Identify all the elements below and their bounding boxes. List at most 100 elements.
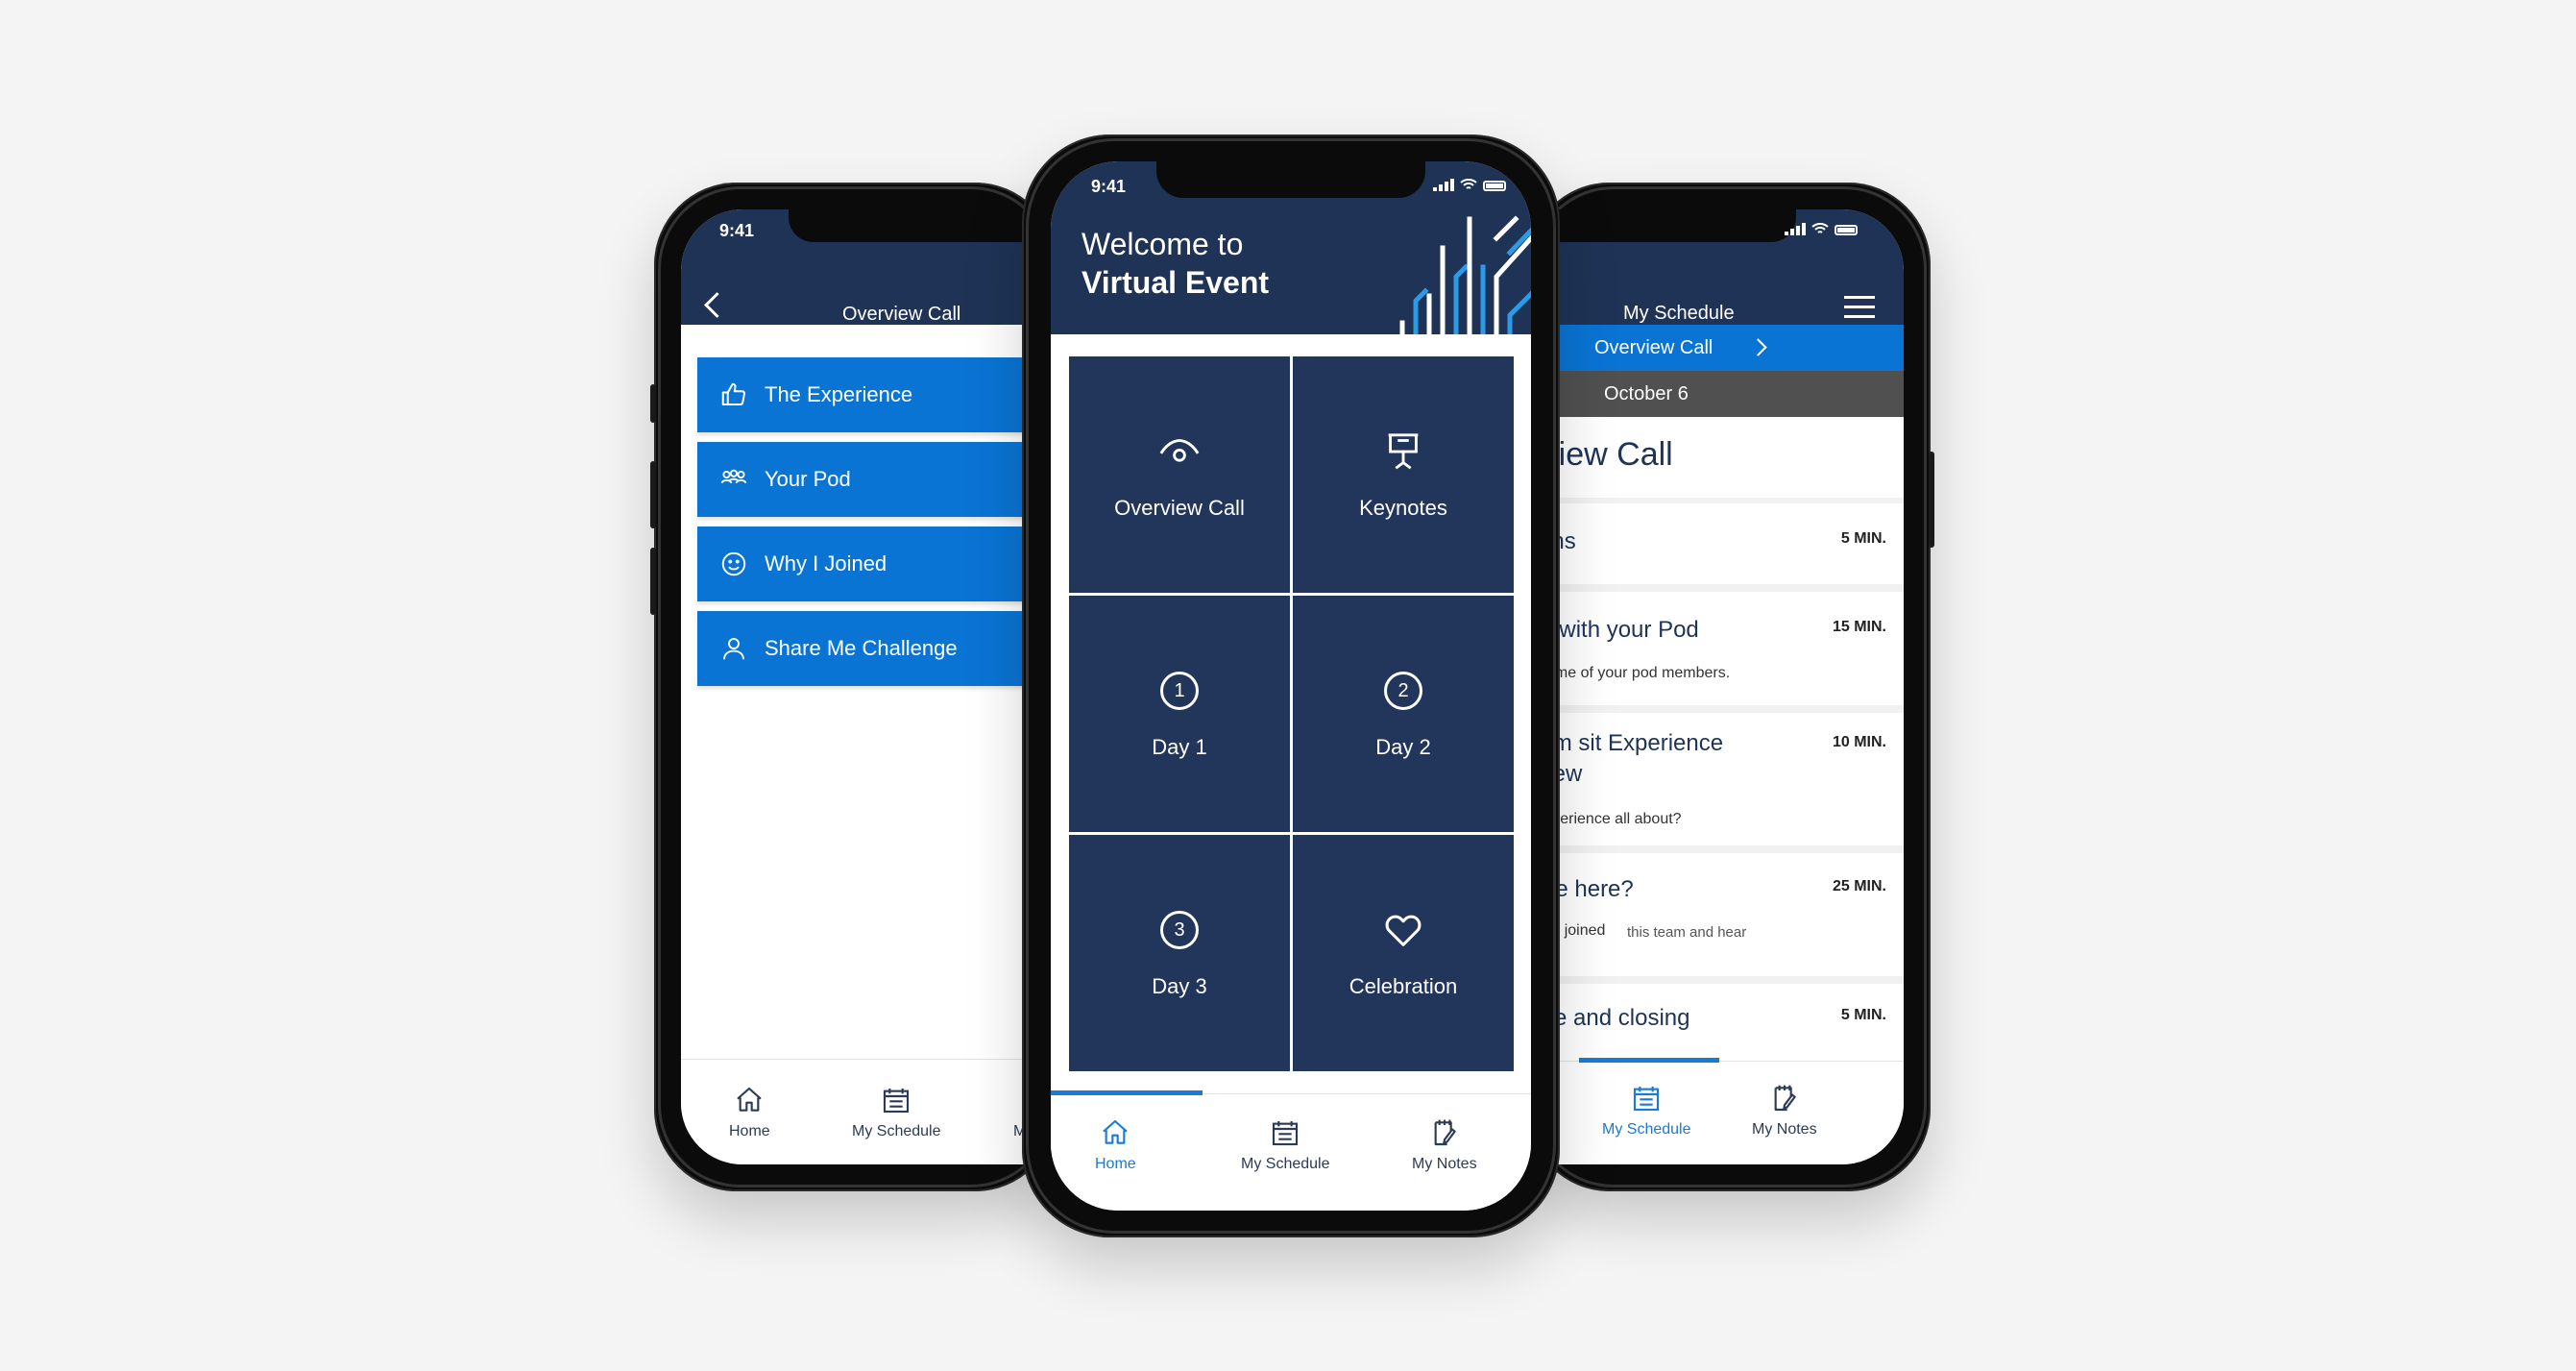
tile-label: Day 3 [1152,974,1207,998]
tile-celebration[interactable]: Celebration [1293,835,1514,1071]
day-number: 2 [1384,672,1422,710]
notch [789,209,1057,242]
eye-icon [1156,428,1203,475]
notch [1527,209,1796,242]
active-tab-indicator [1051,1090,1203,1095]
tile-day-1[interactable]: 1 Day 1 [1069,596,1290,832]
notch [1156,161,1425,198]
notes-icon [1774,1085,1796,1112]
people-icon [717,462,751,497]
menu-item-label: The Experience [765,382,913,406]
heart-icon [1380,907,1426,953]
status-time: 9:41 [719,221,755,240]
number-circle-icon: 2 [1380,668,1426,714]
calendar-icon [884,1089,910,1114]
tile-label: Overview Call [1114,496,1245,520]
back-chevron-icon[interactable] [704,292,730,318]
schedule-item-duration: 15 MIN. [1832,619,1886,635]
breadcrumb[interactable]: Overview Call [1527,325,1904,371]
left-screen: 9:41 Overview Call The Experience Your P… [681,209,1057,1164]
schedule-item-duration: 5 MIN. [1840,1007,1886,1023]
tile-keynotes[interactable]: Keynotes [1293,356,1514,593]
status-icons [1785,223,1858,235]
tab-label: Home [729,1123,770,1139]
tab-my-schedule[interactable]: My Schedule [852,1085,941,1140]
right-screen: My Schedule Overview Call October 6 Over… [1527,209,1904,1164]
home-icon [737,1087,763,1112]
person-icon [717,631,751,666]
page-title: My Schedule [1623,303,1735,324]
schedule-item-duration: 25 MIN. [1832,878,1886,894]
schedule-item[interactable]: u are here? 25 MIN. y you joined this te… [1527,853,1904,976]
menu-item-share-me-challenge[interactable]: Share Me Challenge [697,611,1057,686]
menu-item-label: Share Me Challenge [765,636,958,660]
tile-day-3[interactable]: 3 Day 3 [1069,835,1290,1071]
wifi-icon [1811,223,1829,233]
date-bar: October 6 [1527,371,1904,417]
tab-my-schedule[interactable]: My Schedule [1241,1117,1330,1173]
page-title: Overview Call [842,304,961,325]
right-phone: My Schedule Overview Call October 6 Over… [1527,183,1934,1191]
podium-icon [1380,428,1426,475]
thumbs-up-icon [717,378,751,412]
menu-item-label: Your Pod [765,467,851,491]
circuit-pattern-decoration [1399,215,1531,334]
number-circle-icon: 3 [1156,907,1203,953]
power-button [1929,452,1934,548]
left-phone: 9:41 Overview Call The Experience Your P… [650,183,1057,1191]
status-icons [1433,179,1506,191]
tab-bar: My Schedule My Notes [1527,1058,1904,1164]
signal-icon [1785,223,1806,235]
tab-my-notes[interactable]: My Notes [1412,1117,1477,1173]
tab-my-notes[interactable]: My Notes [1752,1083,1817,1138]
welcome-line-2: Virtual Event [1081,265,1270,300]
chevron-right-icon [1749,338,1767,356]
wifi-icon [1460,179,1477,189]
schedule-item[interactable]: ctions 5 MIN. [1527,503,1904,584]
schedule-item[interactable]: enge and closing 5 MIN. [1527,984,1904,1061]
number-circle-icon: 1 [1156,668,1203,714]
tile-label: Day 2 [1375,735,1431,759]
mute-switch [650,384,656,423]
tile-label: Keynotes [1359,496,1447,520]
tile-label: Celebration [1349,974,1458,998]
schedule-item-duration: 5 MIN. [1840,530,1886,547]
menu-item-label: Why I Joined [765,551,887,575]
tab-my-schedule[interactable]: My Schedule [1602,1083,1691,1138]
tab-home[interactable]: Home [729,1085,770,1140]
active-tab-indicator [1579,1058,1719,1063]
home-tile-grid: Overview Call Keynotes 1 Day 1 2 Day 2 3… [1069,356,1514,1071]
menu-list: The Experience Your Pod Why I Joined Sha… [697,357,1057,696]
breadcrumb-label: Overview Call [1594,337,1713,358]
date-label: October 6 [1604,383,1689,404]
tile-label: Day 1 [1152,735,1207,759]
signal-icon [1433,179,1454,191]
notes-icon [1434,1119,1456,1146]
calendar-icon [1634,1087,1660,1112]
hamburger-menu-icon[interactable] [1844,296,1875,325]
tile-day-2[interactable]: 2 Day 2 [1293,596,1514,832]
welcome-line-1: Welcome to [1081,227,1244,261]
menu-item-your-pod[interactable]: Your Pod [697,442,1057,517]
tab-label: My Notes [1412,1156,1477,1172]
tab-label: My Schedule [1602,1121,1691,1138]
tab-label: My Notes [1752,1121,1817,1138]
schedule-item-duration: 10 MIN. [1832,734,1886,750]
battery-icon [1835,225,1858,235]
calendar-icon [1273,1121,1299,1146]
schedule-item-desc-cont: this team and hear [1627,924,1747,941]
tile-overview-call[interactable]: Overview Call [1069,356,1290,593]
battery-icon [1483,181,1506,191]
section-title: Overview Call [1527,417,1904,498]
volume-up-button [650,461,656,528]
tab-bar: Home My Schedule M [681,1059,1057,1164]
smiley-icon [717,547,751,581]
day-number: 3 [1160,911,1199,949]
schedule-item[interactable]: psum sit Experience erview 10 MIN. s exp… [1527,713,1904,845]
tab-label: My Schedule [1241,1156,1330,1172]
tab-home[interactable]: Home [1095,1117,1136,1173]
menu-item-why-i-joined[interactable]: Why I Joined [697,526,1057,601]
schedule-item[interactable]: ting with your Pod 15 MIN. w some of you… [1527,592,1904,705]
menu-item-the-experience[interactable]: The Experience [697,357,1057,432]
tab-label: Home [1095,1156,1136,1172]
